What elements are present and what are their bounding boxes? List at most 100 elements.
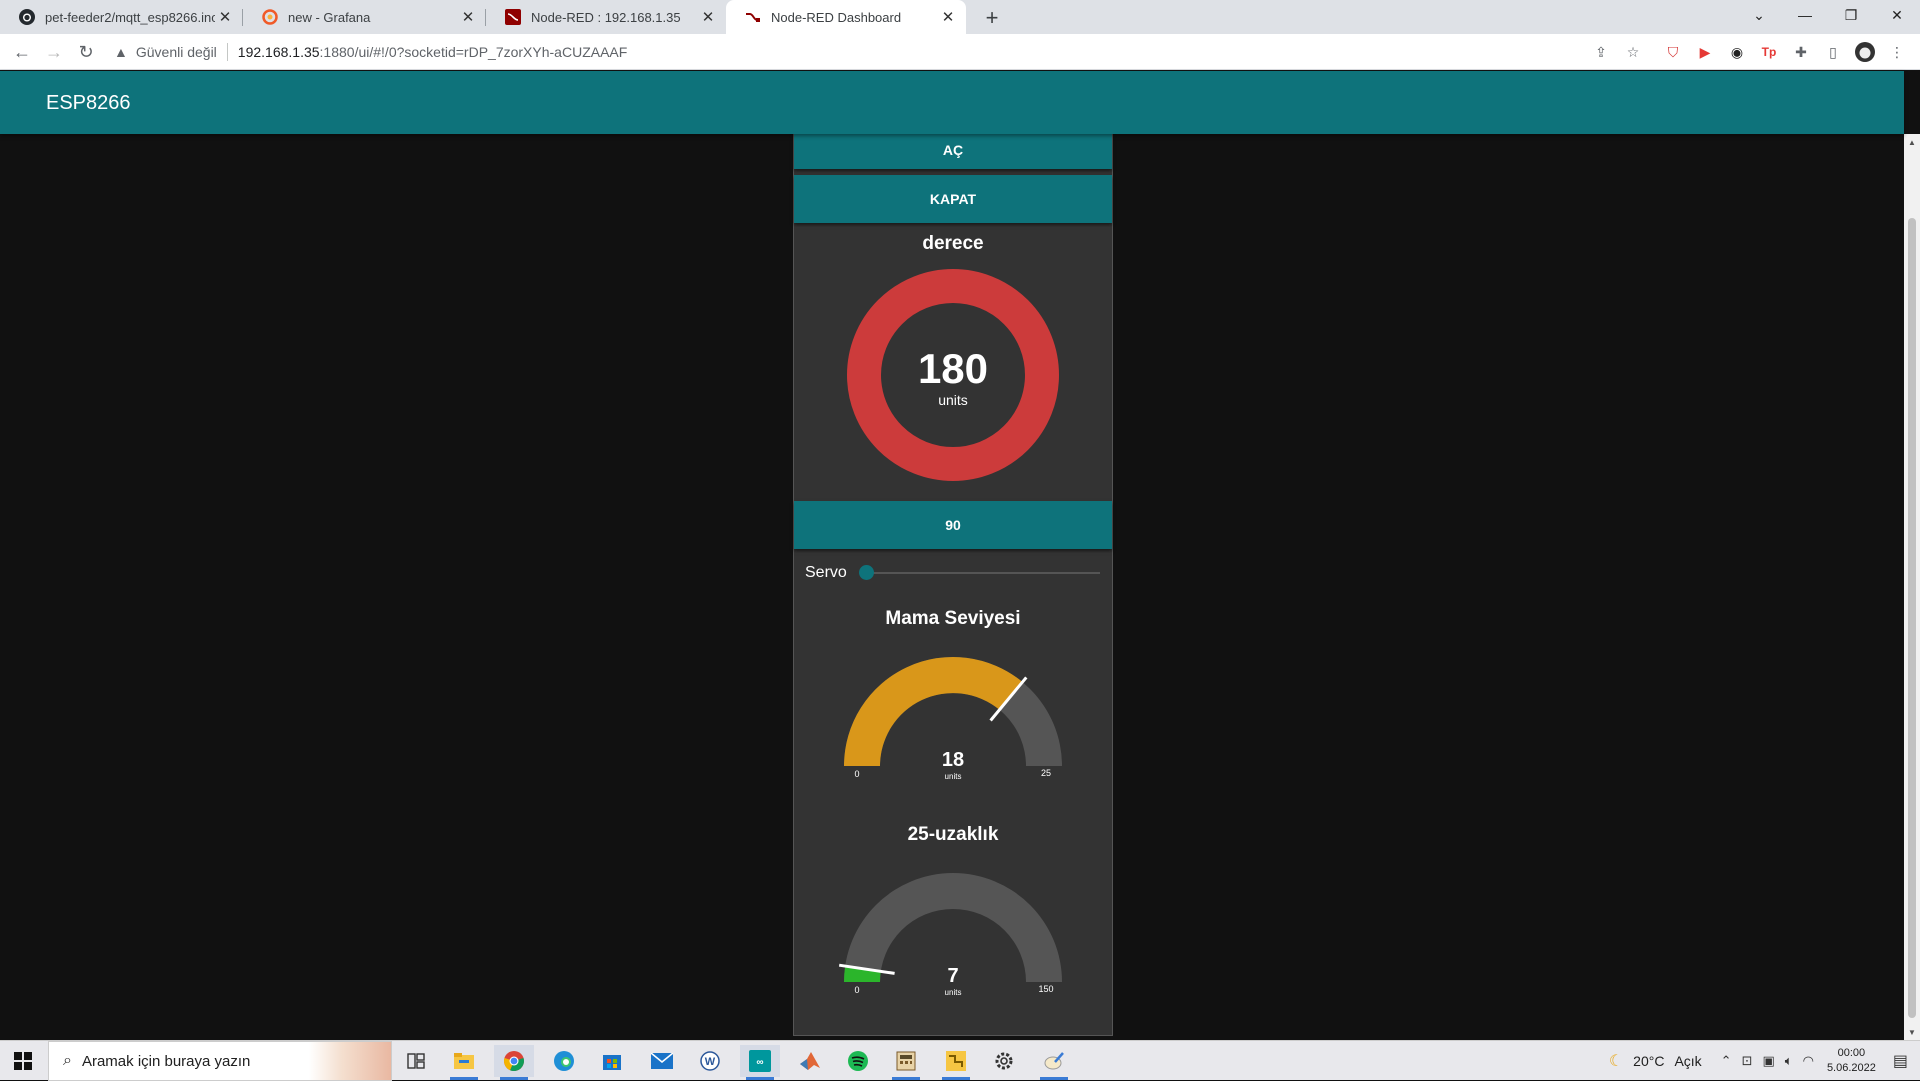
minimize-icon[interactable]: — [1782, 0, 1828, 30]
extension-circle-icon[interactable]: ◉ [1727, 42, 1747, 62]
volume-icon[interactable]: 🔈︎ [1785, 1053, 1793, 1069]
calculator-app-icon[interactable] [886, 1045, 926, 1080]
widget-group: AÇ KAPAT derece 180 units 90 Servo Mama … [793, 134, 1113, 1036]
mama-gauge-fill [844, 656, 1023, 766]
settings-gear-icon[interactable] [984, 1045, 1024, 1077]
tab-title: Node-RED Dashboard [771, 9, 902, 25]
grafana-icon [261, 9, 278, 26]
menu-kebab-icon[interactable]: ⋮ [1887, 42, 1907, 62]
close-window-icon[interactable]: ✕ [1874, 0, 1920, 30]
back-icon[interactable]: ← [8, 38, 36, 66]
side-panel-icon[interactable]: ▯ [1823, 42, 1843, 62]
servo-slider-thumb[interactable] [859, 565, 874, 580]
close-icon[interactable]: ✕ [698, 7, 718, 27]
mail-icon[interactable] [642, 1045, 682, 1077]
gauge-value-mama: 18 [942, 749, 964, 771]
star-icon[interactable]: ☆ [1623, 42, 1643, 62]
chevron-up-icon[interactable]: ⌃ [1721, 1053, 1732, 1069]
scroll-down-arrow-icon[interactable]: ▼ [1904, 1024, 1920, 1040]
windows-taskbar: ⌕ Aramak için buraya yazın W ∞ ☾ 20°C Aç… [0, 1040, 1920, 1081]
url-host: 192.168.1.35 [237, 44, 320, 60]
browser-tab-bar: pet-feeder2/mqtt_esp8266.ino at ✕ new - … [0, 0, 1920, 34]
spotify-icon[interactable] [838, 1045, 878, 1077]
set-90-button[interactable]: 90 [794, 501, 1112, 549]
extension-red-icon[interactable]: ▶ [1695, 42, 1715, 62]
gauge-max-mama: 25 [1041, 768, 1051, 778]
edge-icon[interactable] [544, 1045, 584, 1077]
reload-icon[interactable]: ↻ [72, 38, 100, 66]
vertical-scrollbar[interactable]: ▲ ▼ [1904, 134, 1920, 1040]
gauge-value-uzaklik: 7 [947, 965, 958, 987]
matlab-icon[interactable] [790, 1045, 830, 1077]
extension-tp-icon[interactable]: Tp [1759, 42, 1779, 62]
forward-icon[interactable]: → [40, 38, 68, 66]
mama-seviyesi-gauge: 18 units 0 25 [844, 656, 1062, 781]
clock[interactable]: 00:00 5.06.2022 [1827, 1046, 1876, 1076]
tab-title: pet-feeder2/mqtt_esp8266.ino at [45, 9, 215, 25]
warning-icon: ▲ [114, 44, 128, 60]
clock-time: 00:00 [1837, 1047, 1866, 1059]
tab-nodered-dashboard[interactable]: Node-RED Dashboard ✕ [726, 0, 966, 34]
extensions-puzzle-icon[interactable]: ✚ [1791, 42, 1811, 62]
chrome-icon[interactable] [494, 1045, 534, 1080]
task-view-icon[interactable] [396, 1045, 436, 1077]
servo-label: Servo [805, 564, 847, 581]
uzaklik-gauge: 7 units 0 150 [838, 873, 1062, 997]
search-placeholder: Aramak için buraya yazın [81, 1052, 251, 1070]
gauge-min-mama: 0 [854, 769, 859, 779]
scrollbar-thumb[interactable] [1908, 218, 1916, 1018]
extension-shield-icon[interactable]: ⛉ [1663, 42, 1683, 62]
system-tray: ☾ 20°C Açık ⌃ ⊡ ▣ 🔈︎ ◠ 00:00 5.06.2022 ▤ [1604, 1041, 1920, 1081]
tab-title: Node-RED : 192.168.1.35 [531, 9, 681, 25]
close-button[interactable]: KAPAT [794, 175, 1112, 223]
network-app-icon[interactable]: ⊡ [1742, 1053, 1753, 1069]
open-button[interactable]: AÇ [794, 134, 1112, 169]
tab-search-icon[interactable]: ⌄ [1736, 0, 1782, 30]
close-icon[interactable]: ✕ [458, 7, 478, 27]
display-icon[interactable]: ▣ [1762, 1053, 1774, 1069]
dashboard-body: AÇ KAPAT derece 180 units 90 Servo Mama … [0, 134, 1904, 1040]
search-highlight-art [309, 1042, 391, 1080]
profile-avatar-icon[interactable] [1855, 42, 1875, 62]
tab-github[interactable]: pet-feeder2/mqtt_esp8266.ino at ✕ [0, 0, 243, 34]
gauge-max-uzaklik: 150 [1038, 984, 1053, 994]
tab-grafana[interactable]: new - Grafana ✕ [243, 0, 486, 34]
search-icon: ⌕ [63, 1052, 72, 1069]
wifi-icon[interactable]: ◠ [1803, 1053, 1814, 1069]
servo-slider-track[interactable] [866, 572, 1100, 574]
tab-nodered[interactable]: Node-RED : 192.168.1.35 ✕ [486, 0, 726, 34]
new-tab-button[interactable]: + [978, 4, 1006, 32]
arduino-icon[interactable]: ∞ [740, 1045, 780, 1080]
restore-icon[interactable]: ❐ [1828, 0, 1874, 30]
gauge-value-derece: 180 [918, 345, 988, 392]
close-icon[interactable]: ✕ [215, 7, 235, 27]
word-icon[interactable]: W [690, 1045, 730, 1077]
weather-temp[interactable]: 20°C [1633, 1053, 1664, 1069]
gauge-min-uzaklik: 0 [854, 985, 859, 995]
paint-app-icon[interactable] [1034, 1045, 1074, 1080]
github-icon [18, 9, 35, 26]
url-path: :1880/ui/#!/0?socketid=rDP_7zorXYh-aCUZA… [319, 44, 628, 60]
address-bar[interactable]: ▲ Güvenli değil 192.168.1.35:1880/ui/#!/… [104, 37, 1660, 67]
notification-icon[interactable]: ▤ [1893, 1051, 1908, 1071]
store-icon[interactable] [592, 1045, 632, 1077]
moon-weather-icon[interactable]: ☾ [1609, 1051, 1623, 1071]
taskbar-search-box[interactable]: ⌕ Aramak için buraya yazın [48, 1041, 392, 1081]
page-title: ESP8266 [46, 92, 131, 114]
svg-text:W: W [705, 1056, 716, 1068]
nodered-dashboard-icon [744, 9, 761, 26]
security-label[interactable]: Güvenli değil [136, 44, 217, 60]
file-explorer-icon[interactable] [444, 1045, 484, 1080]
yellow-app-icon[interactable] [936, 1045, 976, 1080]
gauge-units-uzaklik: units [945, 988, 962, 997]
windows-start-icon[interactable] [0, 1041, 46, 1081]
clock-date: 5.06.2022 [1826, 1062, 1876, 1074]
share-icon[interactable]: ⇪ [1591, 42, 1611, 62]
gauge-title-derece: derece [922, 233, 984, 254]
scroll-up-arrow-icon[interactable]: ▲ [1904, 134, 1920, 150]
tab-title: new - Grafana [288, 9, 371, 25]
dashboard-header: ESP8266 [0, 71, 1904, 134]
divider [226, 43, 228, 61]
weather-text[interactable]: Açık [1674, 1053, 1701, 1069]
close-icon[interactable]: ✕ [938, 7, 958, 27]
